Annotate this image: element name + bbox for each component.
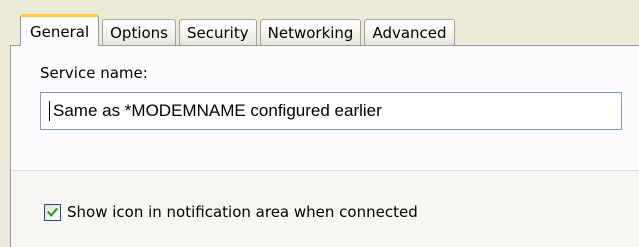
properties-dialog: General Options Security Networking Adva… <box>0 0 639 247</box>
text-caret <box>49 101 50 121</box>
service-name-value: Same as *MODEMNAME configured earlier <box>53 101 382 120</box>
tab-general[interactable]: General <box>20 14 100 46</box>
service-name-input[interactable]: Same as *MODEMNAME configured earlier <box>40 92 622 130</box>
checkmark-icon <box>47 207 58 217</box>
show-icon-checkbox[interactable] <box>44 203 61 221</box>
show-icon-option[interactable]: Show icon in notification area when conn… <box>44 203 418 221</box>
show-icon-label: Show icon in notification area when conn… <box>67 203 418 221</box>
tab-options[interactable]: Options <box>102 19 177 46</box>
service-name-label: Service name: <box>40 64 148 82</box>
tab-security[interactable]: Security <box>179 19 257 46</box>
tab-networking[interactable]: Networking <box>259 19 362 46</box>
tab-strip: General Options Security Networking Adva… <box>20 14 458 46</box>
tab-advanced[interactable]: Advanced <box>364 19 455 46</box>
